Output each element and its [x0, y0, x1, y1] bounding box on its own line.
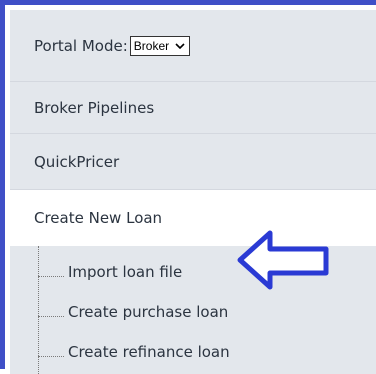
submenu-item-create-purchase-loan[interactable]: Create purchase loan [38, 292, 376, 332]
submenu-item-label: Import loan file [68, 263, 183, 281]
tree-branch [38, 315, 64, 317]
tree-branch [38, 355, 64, 357]
tree-branch [38, 275, 64, 277]
menu-item-label: QuickPricer [34, 152, 120, 171]
portal-mode-row: Portal Mode: Broker [10, 10, 376, 82]
submenu-item-label: Create refinance loan [68, 343, 230, 361]
chevron-down-icon [175, 42, 185, 49]
menu-item-label: Create New Loan [34, 209, 163, 227]
menu-item-quickpricer[interactable]: QuickPricer [10, 134, 376, 190]
portal-menu-panel: Portal Mode: Broker Broker Pipelines Qui… [0, 0, 376, 374]
portal-mode-label: Portal Mode: [34, 36, 128, 55]
menu-item-broker-pipelines[interactable]: Broker Pipelines [10, 82, 376, 134]
submenu-item-create-refinance-loan[interactable]: Create refinance loan [38, 332, 376, 372]
left-arrow-icon [237, 230, 329, 290]
submenu-item-label: Create purchase loan [68, 303, 229, 321]
portal-mode-select[interactable]: Broker [129, 35, 191, 56]
menu-item-label: Broker Pipelines [34, 98, 155, 117]
portal-mode-selected-value: Broker [133, 38, 170, 53]
